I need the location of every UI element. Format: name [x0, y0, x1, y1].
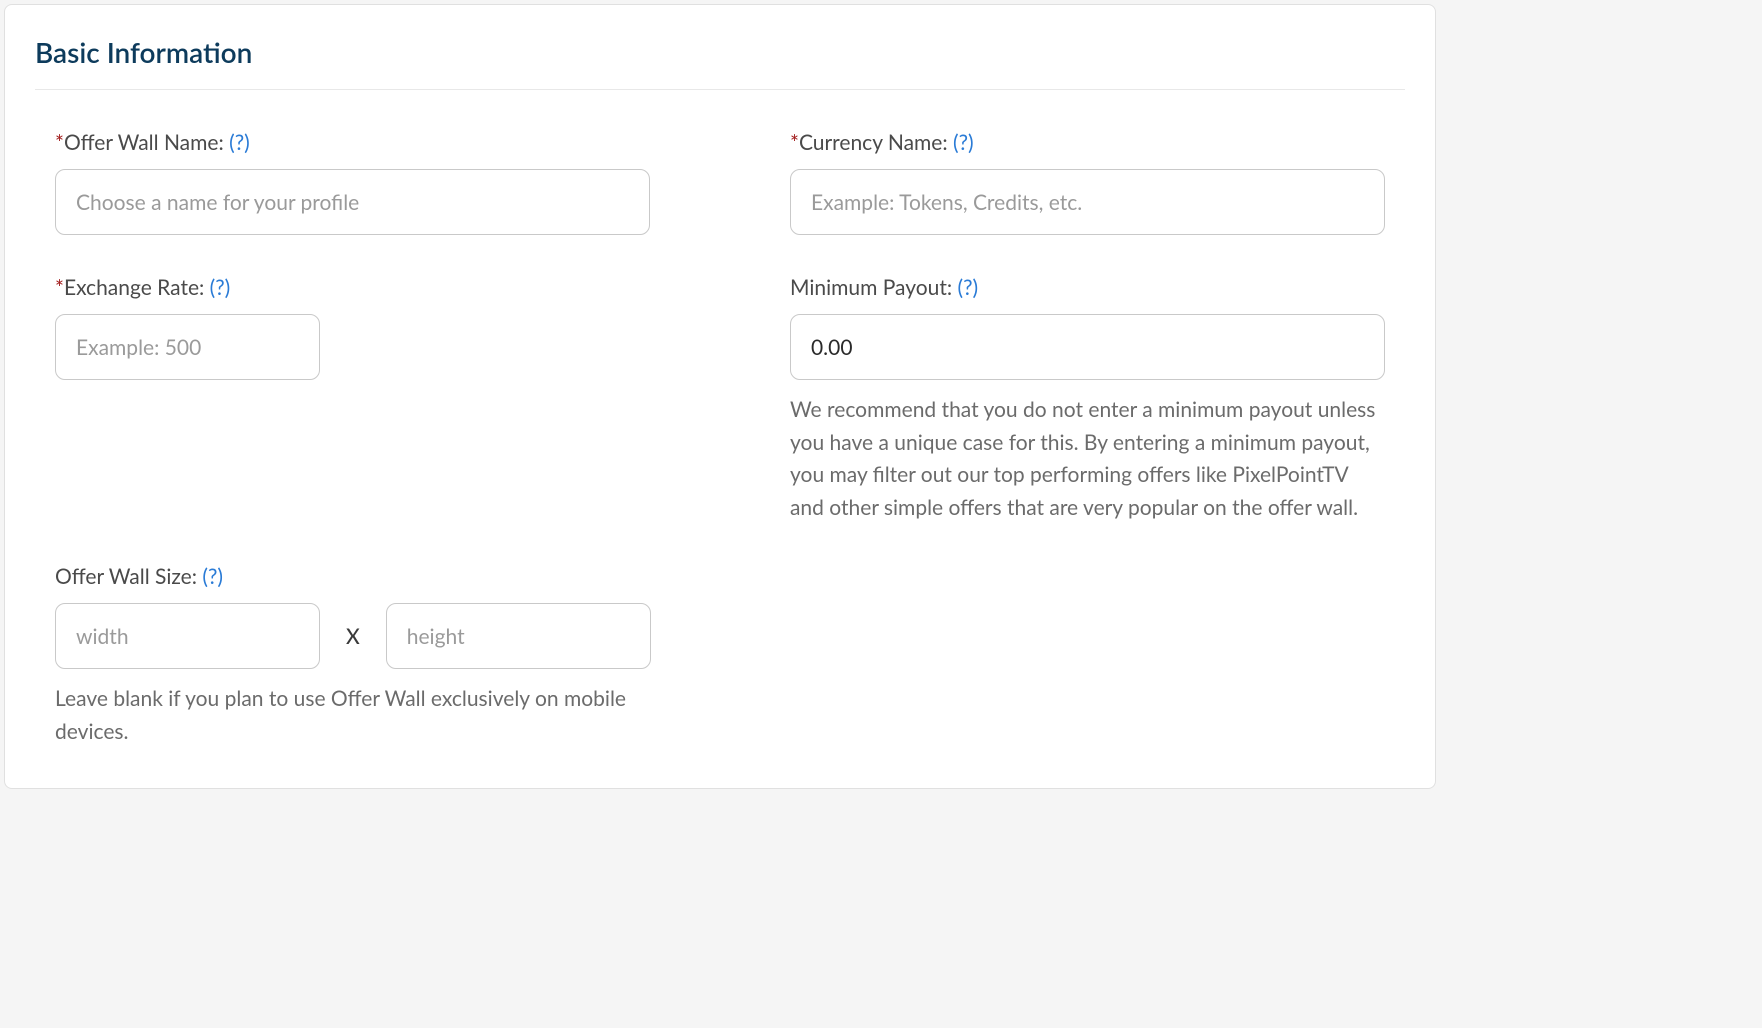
minimum-payout-label: Minimum Payout: (?)	[790, 275, 1385, 300]
minimum-payout-helper: We recommend that you do not enter a min…	[790, 394, 1385, 524]
offer-wall-size-group: Offer Wall Size: (?) X Leave blank if yo…	[55, 564, 651, 748]
width-input[interactable]	[55, 603, 320, 669]
form-col-right-2	[791, 564, 1385, 748]
label-text: Currency Name:	[799, 130, 948, 155]
height-input[interactable]	[386, 603, 651, 669]
offer-wall-size-label: Offer Wall Size: (?)	[55, 564, 651, 589]
minimum-payout-input[interactable]	[790, 314, 1385, 380]
required-mark: *	[790, 130, 799, 155]
required-mark: *	[55, 275, 64, 300]
required-mark: *	[55, 130, 64, 155]
offer-wall-size-helper: Leave blank if you plan to use Offer Wal…	[55, 683, 651, 748]
label-text: Exchange Rate:	[64, 275, 204, 300]
minimum-payout-group: Minimum Payout: (?) We recommend that yo…	[790, 275, 1385, 524]
exchange-rate-input[interactable]	[55, 314, 320, 380]
form-col-left-2: Offer Wall Size: (?) X Leave blank if yo…	[55, 564, 651, 748]
size-separator: X	[346, 624, 360, 649]
size-input-row: X	[55, 603, 651, 669]
form-col-left: *Offer Wall Name: (?) *Exchange Rate: (?…	[55, 130, 650, 564]
exchange-rate-group: *Exchange Rate: (?)	[55, 275, 650, 380]
form-col-right: *Currency Name: (?) Minimum Payout: (?) …	[790, 130, 1385, 564]
label-text: Offer Wall Name:	[64, 130, 224, 155]
label-text: Offer Wall Size:	[55, 564, 197, 589]
label-text: Minimum Payout:	[790, 275, 952, 300]
section-divider	[35, 89, 1405, 90]
basic-information-panel: Basic Information *Offer Wall Name: (?) …	[4, 4, 1436, 789]
section-title: Basic Information	[35, 35, 1405, 69]
help-icon[interactable]: (?)	[210, 275, 231, 300]
offer-wall-name-label: *Offer Wall Name: (?)	[55, 130, 650, 155]
help-icon[interactable]: (?)	[958, 275, 979, 300]
offer-wall-name-group: *Offer Wall Name: (?)	[55, 130, 650, 235]
exchange-rate-label: *Exchange Rate: (?)	[55, 275, 650, 300]
offer-wall-name-input[interactable]	[55, 169, 650, 235]
help-icon[interactable]: (?)	[229, 130, 250, 155]
help-icon[interactable]: (?)	[202, 564, 223, 589]
help-icon[interactable]: (?)	[953, 130, 974, 155]
form-row-1: *Offer Wall Name: (?) *Exchange Rate: (?…	[35, 130, 1405, 564]
currency-name-group: *Currency Name: (?)	[790, 130, 1385, 235]
currency-name-label: *Currency Name: (?)	[790, 130, 1385, 155]
form-row-2: Offer Wall Size: (?) X Leave blank if yo…	[35, 564, 1405, 748]
currency-name-input[interactable]	[790, 169, 1385, 235]
